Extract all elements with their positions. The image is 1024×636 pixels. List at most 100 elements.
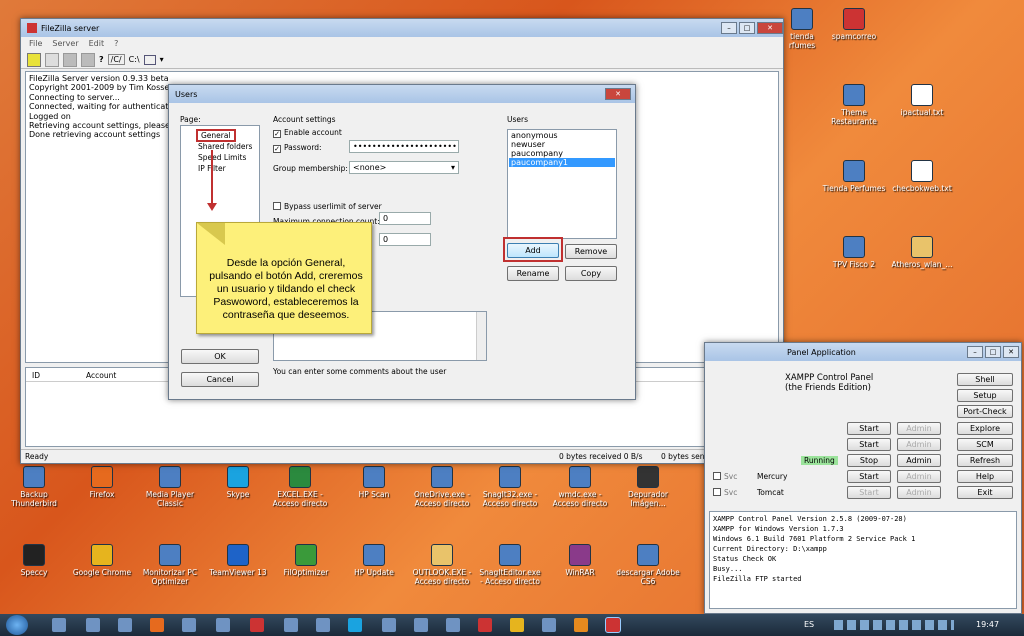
- admin-button[interactable]: Admin: [897, 454, 941, 467]
- setup-button[interactable]: Setup: [957, 389, 1013, 402]
- close-button[interactable]: ✕: [757, 22, 783, 34]
- groups-icon[interactable]: [81, 52, 95, 67]
- desktop-icon[interactable]: HP Update: [342, 544, 406, 577]
- rename-button[interactable]: Rename: [507, 266, 559, 281]
- desktop-icon[interactable]: SnagIt32.exe - Acceso directo: [478, 466, 542, 508]
- menu-help[interactable]: ?: [114, 37, 118, 51]
- desktop-icon[interactable]: Atheros_wlan_...: [890, 236, 954, 269]
- group-select[interactable]: <none> ▾: [349, 161, 459, 174]
- taskbar-app-icon[interactable]: [414, 618, 428, 632]
- connection-limit-field[interactable]: 0: [379, 233, 431, 246]
- remove-button[interactable]: Remove: [565, 244, 617, 259]
- taskbar-app-icon[interactable]: [510, 618, 524, 632]
- desktop-icon[interactable]: Monitorizar PC Optimizer: [138, 544, 202, 586]
- explore-button[interactable]: Explore: [957, 422, 1013, 435]
- desktop-icon[interactable]: Google Chrome: [70, 544, 134, 577]
- taskbar-app-icon[interactable]: [150, 618, 164, 632]
- tree-item-speed-limits[interactable]: Speed Limits: [198, 153, 246, 162]
- taskbar-app-icon[interactable]: [86, 618, 100, 632]
- tree-item-shared-folders[interactable]: Shared folders: [198, 142, 252, 151]
- taskbar-app-icon[interactable]: [182, 618, 196, 632]
- language-indicator[interactable]: ES: [804, 620, 814, 629]
- column-id[interactable]: ID: [32, 371, 40, 380]
- desktop-icon[interactable]: ipactual.txt: [890, 84, 954, 117]
- desktop-icon[interactable]: spamcorreo: [822, 8, 886, 41]
- toolbar-drive-button[interactable]: C:\: [129, 55, 140, 64]
- taskbar-app-icon[interactable]: [118, 618, 132, 632]
- help-icon[interactable]: ?: [99, 55, 104, 64]
- desktop-icon[interactable]: Theme Restaurante: [822, 84, 886, 126]
- copy-button[interactable]: Copy: [565, 266, 617, 281]
- taskbar-app-icon[interactable]: [348, 618, 362, 632]
- max-connections-field[interactable]: 0: [379, 212, 431, 225]
- start-button[interactable]: Start: [847, 470, 891, 483]
- menu-server[interactable]: Server: [52, 37, 78, 51]
- desktop-icon[interactable]: TPV Fisco 2: [822, 236, 886, 269]
- desktop-icon[interactable]: checbokweb.txt: [890, 160, 954, 193]
- close-button[interactable]: ✕: [605, 88, 631, 100]
- password-field[interactable]: ••••••••••••••••••••••: [349, 140, 459, 153]
- taskbar-app-icon[interactable]: [382, 618, 396, 632]
- desktop-icon[interactable]: OneDrive.exe - Acceso directo: [410, 466, 474, 508]
- list-item-selected[interactable]: paucompany1: [509, 158, 615, 167]
- desktop-icon[interactable]: FilOptimizer: [274, 544, 338, 577]
- desktop-icon[interactable]: Speccy: [2, 544, 66, 577]
- taskbar-app-icon[interactable]: [542, 618, 556, 632]
- bypass-checkbox[interactable]: Bypass userlimit of server: [273, 202, 382, 211]
- minimize-button[interactable]: –: [967, 346, 983, 358]
- desktop-icon[interactable]: wmdc.exe - Acceso directo: [548, 466, 612, 508]
- enable-account-checkbox[interactable]: ✓ Enable account: [273, 128, 342, 138]
- desktop-icon[interactable]: EXCEL.EXE - Acceso directo: [268, 466, 332, 508]
- desktop-icon[interactable]: HP Scan: [342, 466, 406, 499]
- desktop-icon[interactable]: TeamViewer 13: [206, 544, 270, 577]
- ok-button[interactable]: OK: [181, 349, 259, 364]
- tray-icons[interactable]: [834, 620, 954, 630]
- exit-button[interactable]: Exit: [957, 486, 1013, 499]
- taskbar-app-icon[interactable]: [316, 618, 330, 632]
- minimize-button[interactable]: –: [721, 22, 737, 34]
- clock[interactable]: 19:47: [976, 620, 999, 629]
- desktop-icon[interactable]: Depurador Imágen...: [616, 466, 680, 508]
- taskbar-app-icon[interactable]: [216, 618, 230, 632]
- start-button[interactable]: Start: [847, 422, 891, 435]
- start-button[interactable]: [6, 615, 28, 635]
- add-button[interactable]: Add: [507, 243, 559, 258]
- svc-checkbox[interactable]: Svc: [713, 488, 737, 497]
- taskbar-app-icon-filezilla[interactable]: [605, 617, 621, 633]
- stop-button[interactable]: Stop: [847, 454, 891, 467]
- cancel-button[interactable]: Cancel: [181, 372, 259, 387]
- password-checkbox[interactable]: ✓ Password:: [273, 143, 322, 153]
- scm-button[interactable]: SCM: [957, 438, 1013, 451]
- comments-scrollbar[interactable]: [476, 312, 486, 360]
- desktop-icon[interactable]: descargar Adobe CS6: [616, 544, 680, 586]
- help-button[interactable]: Help: [957, 470, 1013, 483]
- desktop-icon[interactable]: Backup Thunderbird: [2, 466, 66, 508]
- taskbar-app-icon[interactable]: [574, 618, 588, 632]
- connect-icon[interactable]: [27, 52, 41, 67]
- taskbar-app-icon[interactable]: [446, 618, 460, 632]
- users-list[interactable]: anonymous newuser paucompany paucompany1: [507, 129, 617, 239]
- toolbar-path-button[interactable]: /C/: [107, 54, 125, 65]
- desktop-icon[interactable]: Tienda Perfumes: [822, 160, 886, 193]
- desktop-icon[interactable]: SnagItEditor.exe - Acceso directo: [478, 544, 542, 586]
- users-icon[interactable]: [63, 52, 77, 67]
- disconnect-icon[interactable]: [45, 52, 59, 67]
- tree-item-general[interactable]: General: [196, 129, 236, 142]
- view-icon[interactable]: [143, 54, 156, 65]
- list-item[interactable]: anonymous: [509, 131, 615, 140]
- svc-checkbox[interactable]: Svc: [713, 472, 737, 481]
- shell-button[interactable]: Shell: [957, 373, 1013, 386]
- desktop-icon[interactable]: Skype: [206, 466, 270, 499]
- taskbar-app-icon[interactable]: [478, 618, 492, 632]
- menu-edit[interactable]: Edit: [89, 37, 105, 51]
- start-button[interactable]: Start: [847, 438, 891, 451]
- refresh-button[interactable]: Refresh: [957, 454, 1013, 467]
- list-item[interactable]: paucompany: [509, 149, 615, 158]
- desktop-icon[interactable]: OUTLOOK.EXE - Acceso directo: [410, 544, 474, 586]
- menu-file[interactable]: File: [29, 37, 42, 51]
- desktop-icon[interactable]: Firefox: [70, 466, 134, 499]
- desktop-icon[interactable]: WinRAR: [548, 544, 612, 577]
- taskbar-app-icon[interactable]: [284, 618, 298, 632]
- taskbar-app-icon[interactable]: [52, 618, 66, 632]
- list-item[interactable]: newuser: [509, 140, 615, 149]
